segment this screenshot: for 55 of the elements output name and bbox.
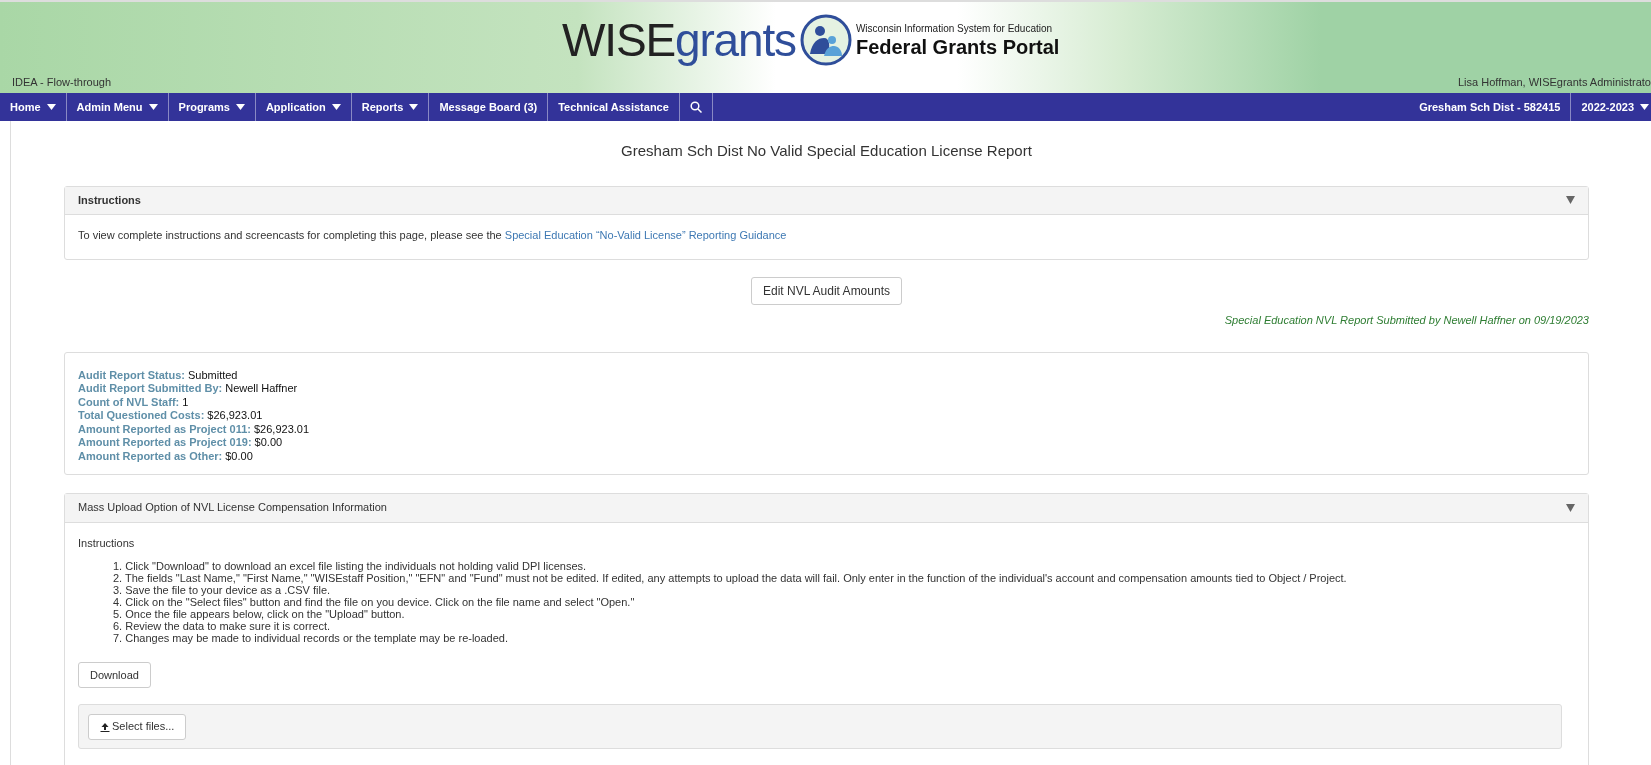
summary-label: Amount Reported as Other: [78, 449, 223, 463]
summary-label: Audit Report Status: [78, 368, 185, 382]
instruction-step: 4. Click on the "Select files" button and find the file on you device. Click on the file name and select "Open." [113, 596, 1575, 608]
summary-value: $26,923.01 [254, 422, 310, 436]
panel-title: Instructions [78, 192, 141, 208]
summary-value: Newell Haffner [225, 382, 298, 396]
district-selector[interactable]: Gresham Sch Dist - 582415 [1409, 93, 1572, 121]
submitted-note: Special Education NVL Report Submitted by Newell Haffner on 09/19/2023 [1223, 313, 1589, 328]
panel-title: Mass Upload Option of NVL License Compensation Information [78, 500, 387, 516]
instruction-step: 2. The fields "Last Name," "First Name," "WISEstaff Position," "EFN" and "Fund" must not be edited. If edited, any attempts to upload the data will fail. Only enter in the function of the individual's account and compensation amounts tied to Object / Project. [113, 572, 1575, 584]
summary-label: Amount Reported as Project 011: [78, 422, 251, 436]
caret-down-icon [46, 104, 56, 110]
nav-menu-item[interactable]: Programs [168, 93, 256, 121]
caret-down-icon [1640, 104, 1649, 110]
collapse-icon[interactable] [1566, 196, 1575, 204]
instruction-step: 6. Review the data to make sure it is correct. [113, 620, 1575, 632]
summary-value: $0.00 [225, 449, 253, 463]
nav-menu-item[interactable]: Admin Menu [66, 93, 169, 121]
instructions-text: To view complete instructions and screencasts for completing this page, please see the Special Education “No-Valid License” Reporting Guidance [78, 227, 788, 243]
page-title: Gresham Sch Dist No Valid Special Education License Report [620, 141, 1033, 161]
download-button[interactable]: Download [78, 662, 151, 688]
program-name: IDEA - Flow-through [12, 74, 112, 90]
logo-title: Federal Grants Portal [855, 36, 1060, 57]
nav-menu-item[interactable]: Reports [351, 93, 430, 121]
caret-down-icon [235, 104, 245, 110]
upload-icon [100, 721, 110, 732]
summary-label: Total Questioned Costs: [78, 409, 205, 423]
summary-value: $26,923.01 [207, 409, 263, 423]
search-icon [689, 101, 702, 113]
year-selector[interactable]: 2022-2023 [1571, 93, 1651, 121]
caret-down-icon [148, 104, 158, 110]
summary-value: Submitted [187, 368, 238, 382]
instruction-step: 1. Click "Download" to download an excel file listing the individuals not holding valid DPI licenses. [113, 560, 1575, 572]
summary-label: Amount Reported as Project 019: [78, 436, 252, 450]
instruction-step: 5. Once the file appears below, click on the "Upload" button. [113, 608, 1575, 620]
caret-down-icon [409, 104, 419, 110]
edit-amounts-button[interactable]: Edit NVL Audit Amounts [751, 277, 902, 305]
nav-menu-item[interactable]: Technical Assistance [548, 93, 680, 121]
instruction-step: 7. Changes may be made to individual records or the template may be re-loaded. [113, 632, 1575, 644]
collapse-icon[interactable] [1566, 503, 1575, 512]
caret-down-icon [331, 104, 341, 110]
summary-label: Count of NVL Staff: [78, 395, 180, 409]
instructions-subtitle: Instructions [78, 535, 136, 551]
nav-menu-item[interactable]: Message Board (3) [429, 93, 549, 121]
logo-emblem-icon [799, 14, 852, 66]
logo-subtitle: Wisconsin Information System for Education [855, 23, 1054, 34]
user-name: Lisa Hoffman, WISEgrants Administrato [1458, 74, 1651, 90]
instruction-step: 3. Save the file to your device as a .CSV file. [113, 584, 1575, 596]
summary-value: 1 [182, 395, 189, 409]
nav-menu-item[interactable]: Application [255, 93, 352, 121]
nav-menu-item[interactable]: Home [0, 93, 67, 121]
summary-label: Audit Report Submitted By: [78, 382, 223, 396]
select-files-button[interactable]: Select files... [88, 713, 187, 740]
summary-value: $0.00 [254, 436, 283, 450]
guidance-link[interactable]: Special Education “No-Valid License” Reporting Guidance [504, 228, 787, 241]
